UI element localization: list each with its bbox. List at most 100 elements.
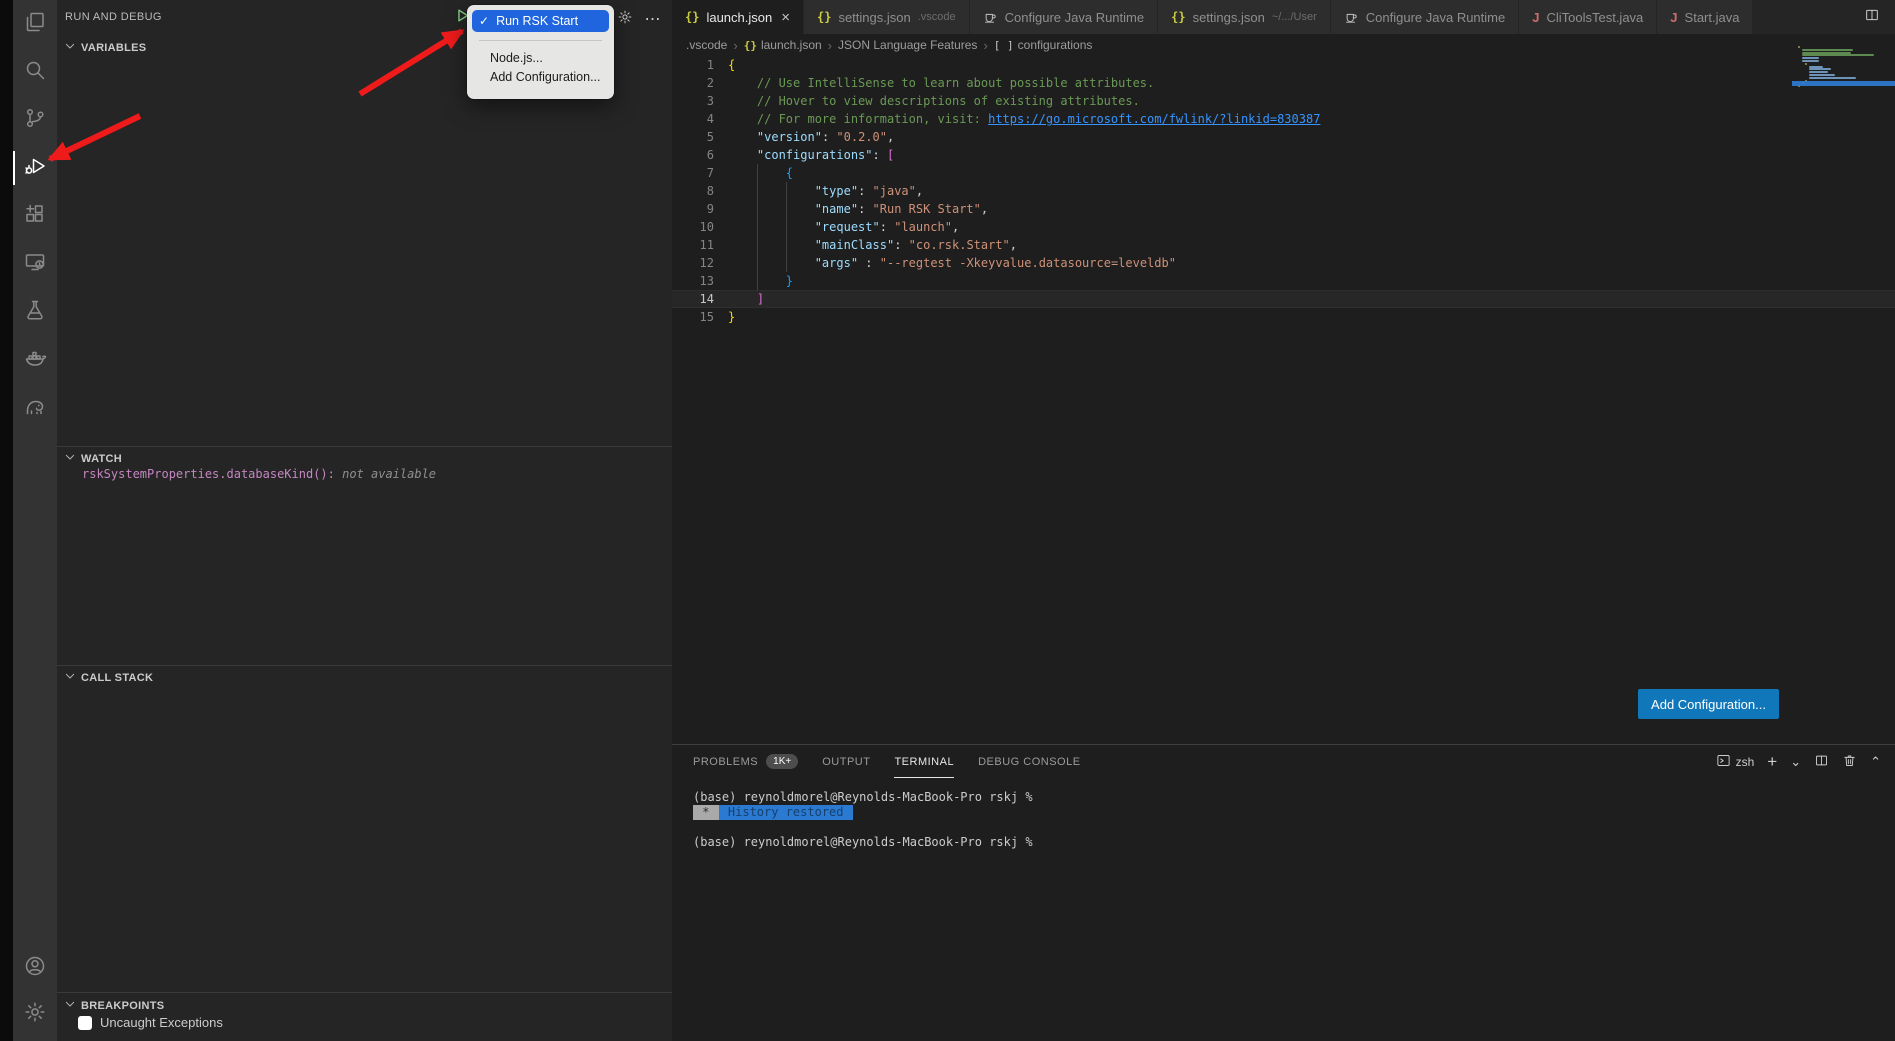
code-line-6[interactable]: 6 "configurations": [ xyxy=(672,146,1895,164)
code-line-12[interactable]: 12 "args" : "--regtest -Xkeyvalue.dataso… xyxy=(672,254,1895,272)
views-more-actions-button[interactable]: ⋯ xyxy=(643,9,663,29)
activity-item-search[interactable] xyxy=(13,48,57,96)
add-configuration-button[interactable]: Add Configuration... xyxy=(1638,689,1779,719)
code-line-14[interactable]: 14 ] xyxy=(672,290,1895,308)
code-line-13[interactable]: 13 } xyxy=(672,272,1895,290)
activity-item-remote-explorer[interactable] xyxy=(13,240,57,288)
launch-settings-gear-button[interactable] xyxy=(615,9,635,29)
code-line-2[interactable]: 2 // Use IntelliSense to learn about pos… xyxy=(672,74,1895,92)
panel-tabs: PROBLEMS1K+ OUTPUT TERMINAL DEBUG CONSOLE xyxy=(693,745,1081,778)
activity-item-explorer[interactable] xyxy=(13,0,57,48)
code-line-11[interactable]: 11 "mainClass": "co.rsk.Start", xyxy=(672,236,1895,254)
indent-guide xyxy=(786,218,787,236)
token: "name" xyxy=(815,202,858,216)
code-line-3[interactable]: 3 // Hover to view descriptions of exist… xyxy=(672,92,1895,110)
token: , xyxy=(887,130,894,144)
line-content: "mainClass": "co.rsk.Start", xyxy=(714,236,1017,254)
call-stack-label: CALL STACK xyxy=(81,672,153,684)
code-line-1[interactable]: 1{ xyxy=(672,56,1895,74)
java-runtime-icon xyxy=(983,10,998,25)
breadcrumb-item-configurations[interactable]: [ ]configurations xyxy=(994,38,1093,52)
breadcrumb-item--vscode[interactable]: .vscode xyxy=(686,38,727,52)
new-terminal-button[interactable]: + xyxy=(1767,753,1777,770)
code-editor[interactable]: 1{2 // Use IntelliSense to learn about p… xyxy=(672,56,1895,326)
breadcrumb-item-launch-json[interactable]: {}launch.json xyxy=(744,38,822,52)
activity-item-accounts[interactable] xyxy=(13,945,57,991)
token xyxy=(728,220,815,234)
editor-area: {}launch.json×{}settings.json.vscodeConf… xyxy=(672,0,1895,744)
minimap-line xyxy=(1809,66,1823,68)
line-content: "args" : "--regtest -Xkeyvalue.datasourc… xyxy=(714,254,1176,272)
breadcrumb-item-json-language-features[interactable]: JSON Language Features xyxy=(838,38,977,52)
token: : xyxy=(894,238,908,252)
tab-settings-json[interactable]: {}settings.json.vscode xyxy=(804,0,970,34)
activity-item-testing[interactable] xyxy=(13,288,57,336)
code-line-7[interactable]: 7 { xyxy=(672,164,1895,182)
activity-item-settings[interactable] xyxy=(13,991,57,1037)
tab-settings-json[interactable]: {}settings.json~/.../User xyxy=(1158,0,1331,34)
checkmark-icon: ✓ xyxy=(479,14,489,28)
maximize-panel-button[interactable]: ⌃ xyxy=(1870,755,1881,768)
line-number: 6 xyxy=(672,146,714,164)
watch-expression-row[interactable]: rskSystemProperties.databaseKind(): not … xyxy=(82,467,436,481)
token: } xyxy=(728,310,735,324)
close-icon[interactable]: × xyxy=(781,9,790,26)
minimap-line xyxy=(1802,52,1851,54)
activity-item-extensions[interactable] xyxy=(13,192,57,240)
terminal-line: (base) reynoldmorel@Reynolds-MacBook-Pro… xyxy=(693,835,1033,850)
code-line-10[interactable]: 10 "request": "launch", xyxy=(672,218,1895,236)
activity-item-gradle[interactable] xyxy=(13,384,57,432)
minimap[interactable] xyxy=(1792,40,1895,140)
variables-label: VARIABLES xyxy=(81,42,146,54)
menu-item-run-rsk-start[interactable]: ✓ Run RSK Start xyxy=(472,10,609,32)
uncaught-exceptions-checkbox[interactable] xyxy=(78,1016,92,1030)
tab-configure-java-runtime[interactable]: Configure Java Runtime xyxy=(1331,0,1519,34)
watch-section-header[interactable]: WATCH xyxy=(62,449,122,468)
tab-configure-java-runtime[interactable]: Configure Java Runtime xyxy=(970,0,1158,34)
terminal-output[interactable]: (base) reynoldmorel@Reynolds-MacBook-Pro… xyxy=(693,790,1033,850)
panel-actions: zsh + ⌄ ⌃ xyxy=(1716,745,1881,778)
kill-terminal-button[interactable] xyxy=(1842,753,1857,771)
call-stack-section-header[interactable]: CALL STACK xyxy=(62,668,153,687)
breakpoints-section-header[interactable]: BREAKPOINTS xyxy=(62,996,164,1015)
sidebar-title: RUN AND DEBUG xyxy=(65,11,162,23)
panel-tab-terminal[interactable]: TERMINAL xyxy=(894,745,954,778)
breadcrumb: .vscode›{}launch.json›JSON Language Feat… xyxy=(672,34,1895,56)
line-content: // Hover to view descriptions of existin… xyxy=(714,92,1140,110)
breadcrumb-separator: › xyxy=(828,38,832,53)
code-line-8[interactable]: 8 "type": "java", xyxy=(672,182,1895,200)
split-editor-button[interactable] xyxy=(1859,4,1885,30)
line-content: { xyxy=(714,56,735,74)
indent-guide xyxy=(757,218,758,236)
panel-tab-label: DEBUG CONSOLE xyxy=(978,756,1080,768)
code-line-9[interactable]: 9 "name": "Run RSK Start", xyxy=(672,200,1895,218)
watch-value: not available xyxy=(335,467,436,481)
token: "request" xyxy=(815,220,880,234)
tab-clitoolstest-java[interactable]: JCliToolsTest.java xyxy=(1519,0,1657,34)
code-line-4[interactable]: 4 // For more information, visit: https:… xyxy=(672,110,1895,128)
activity-item-docker[interactable] xyxy=(13,336,57,384)
token: "--regtest -Xkeyvalue.datasource=leveldb… xyxy=(880,256,1176,270)
code-line-15[interactable]: 15} xyxy=(672,308,1895,326)
activity-item-run-and-debug[interactable] xyxy=(13,144,57,192)
menu-item-node-js-[interactable]: Node.js... xyxy=(467,48,614,67)
tab-start-java[interactable]: JStart.java xyxy=(1657,0,1753,34)
panel-tab-output[interactable]: OUTPUT xyxy=(822,745,870,778)
java-file-icon: J xyxy=(1532,10,1539,25)
editor-tabs: {}launch.json×{}settings.json.vscodeConf… xyxy=(672,0,1753,34)
terminal-shell-button[interactable]: zsh xyxy=(1716,753,1755,771)
terminal-highlight-chip: * xyxy=(693,805,719,820)
split-terminal-button[interactable] xyxy=(1814,753,1829,771)
terminal-icon xyxy=(1716,753,1731,771)
launch-profile-chevron-button[interactable]: ⌄ xyxy=(1790,755,1801,768)
panel-tab-problems[interactable]: PROBLEMS1K+ xyxy=(693,745,798,778)
selected-configuration-label: Run RSK Start xyxy=(496,14,578,28)
code-line-5[interactable]: 5 "version": "0.2.0", xyxy=(672,128,1895,146)
activity-item-source-control[interactable] xyxy=(13,96,57,144)
panel-tab-debug-console[interactable]: DEBUG CONSOLE xyxy=(978,745,1080,778)
menu-item-add-configuration-[interactable]: Add Configuration... xyxy=(467,67,614,86)
variables-section-header[interactable]: VARIABLES xyxy=(62,38,146,57)
indent-guide xyxy=(786,254,787,272)
token: "configurations" xyxy=(757,148,873,162)
tab-launch-json[interactable]: {}launch.json× xyxy=(672,0,804,34)
